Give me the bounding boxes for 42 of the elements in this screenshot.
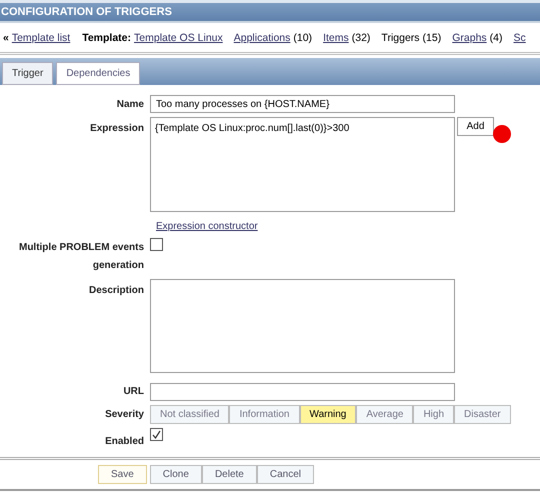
checkbox[interactable] bbox=[150, 428, 163, 441]
footer-button[interactable]: Delete bbox=[202, 465, 257, 484]
nav-count: (4) bbox=[490, 30, 503, 46]
expression-constructor-link[interactable]: Expression constructor bbox=[156, 219, 258, 234]
description-label: Description bbox=[88, 284, 145, 298]
footer-button[interactable]: Cancel bbox=[256, 465, 314, 484]
checkbox[interactable] bbox=[150, 238, 163, 251]
footer-button[interactable]: Save bbox=[98, 465, 147, 484]
expression-label: Expression bbox=[89, 122, 145, 136]
multiple-events-label: Multiple PROBLEM events generation bbox=[18, 241, 145, 273]
nav-link[interactable]: Sc bbox=[514, 30, 526, 46]
severity-button[interactable]: Not classified bbox=[150, 405, 230, 424]
severity-button[interactable]: Disaster bbox=[454, 405, 511, 424]
footer-button[interactable]: Clone bbox=[150, 465, 202, 484]
tab[interactable]: Trigger bbox=[2, 62, 54, 85]
checkmark-icon bbox=[152, 430, 161, 439]
url-label: URL bbox=[122, 385, 145, 399]
tab[interactable]: Dependencies bbox=[56, 62, 140, 85]
add-button[interactable]: Add bbox=[457, 117, 494, 136]
severity-button[interactable]: Average bbox=[356, 405, 414, 424]
severity-button[interactable]: High bbox=[413, 405, 454, 424]
description-field[interactable] bbox=[150, 279, 455, 373]
template-list-link[interactable]: Template list bbox=[12, 30, 70, 46]
back-marker: « bbox=[3, 30, 9, 46]
nav-count: (10) bbox=[293, 30, 312, 46]
header-title: CONFIGURATION OF TRIGGERS bbox=[1, 4, 172, 20]
template-label: Template: bbox=[82, 30, 132, 46]
severity-button[interactable]: Information bbox=[229, 405, 300, 424]
nav-link[interactable]: Applications bbox=[234, 30, 290, 46]
nav-link[interactable]: Graphs bbox=[452, 30, 487, 46]
name-label: Name bbox=[116, 98, 145, 112]
url-field[interactable] bbox=[150, 382, 455, 400]
nav-current: Triggers bbox=[381, 30, 420, 46]
nav-count: (15) bbox=[422, 30, 442, 46]
nav-link[interactable]: Items bbox=[323, 30, 349, 46]
nav-count: (32) bbox=[352, 30, 370, 46]
template-link[interactable]: Template OS Linux bbox=[134, 30, 223, 46]
severity-button[interactable]: Warning bbox=[300, 405, 356, 424]
severity-label: Severity bbox=[104, 408, 145, 422]
expression-field[interactable]: {Template OS Linux:proc.num[].last(0)}>300 bbox=[150, 117, 455, 212]
enabled-label: Enabled bbox=[104, 435, 145, 449]
name-field[interactable]: Too many processes on {HOST.NAME} bbox=[150, 95, 455, 113]
